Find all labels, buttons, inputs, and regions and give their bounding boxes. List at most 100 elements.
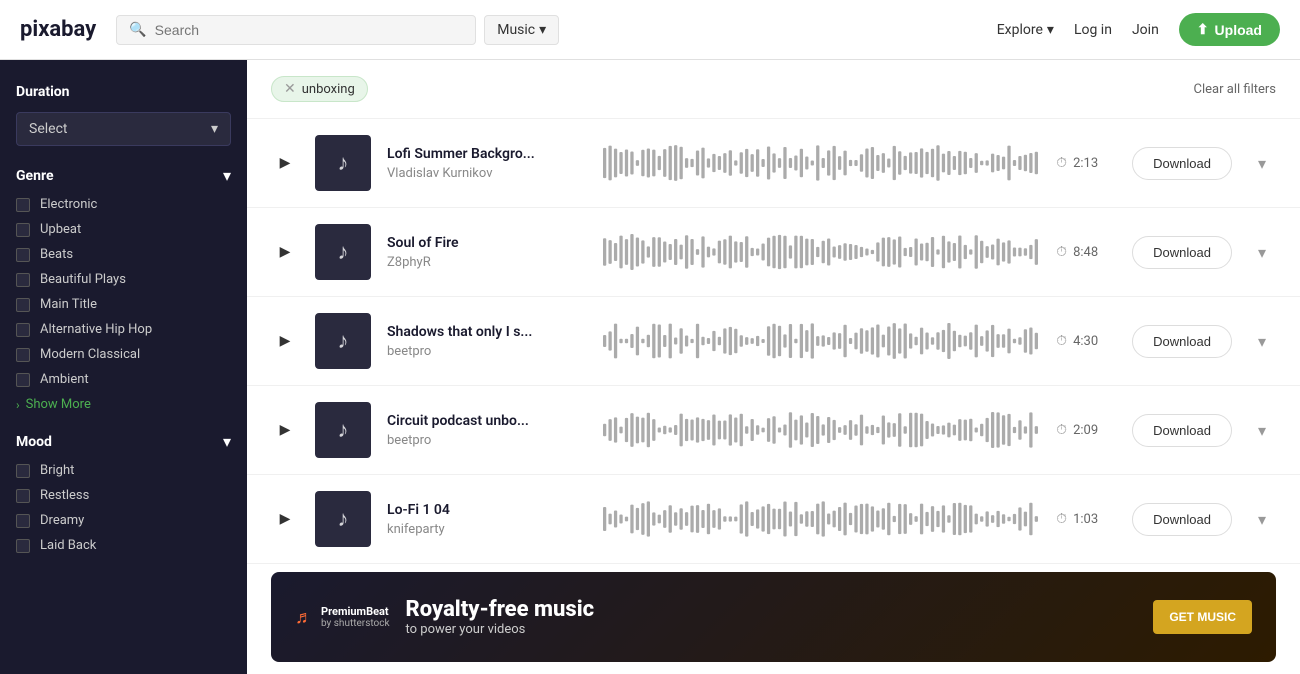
genre-checkbox-beautiful-plays[interactable] (16, 273, 30, 287)
mood-item-bright[interactable]: Bright (16, 463, 231, 478)
expand-track-1[interactable]: ▾ (1248, 149, 1276, 177)
genre-chevron-icon: ▾ (223, 166, 231, 185)
track-info-2: Soul of Fire Z8phyR (387, 235, 587, 270)
track-duration-3: ⏱ 4:30 (1056, 333, 1116, 349)
waveform-5[interactable] (603, 499, 1040, 539)
mood-label-restless: Restless (40, 488, 89, 503)
genre-label-upbeat: Upbeat (40, 222, 81, 237)
play-button-4[interactable]: ▶ (271, 416, 299, 444)
header: pixabay 🔍 Music ▾ Explore ▾ Log in Join … (0, 0, 1300, 60)
music-note-icon: ♪ (338, 150, 349, 176)
filter-tag-close[interactable]: ✕ (284, 81, 296, 97)
upload-button[interactable]: ⬆ Upload (1179, 13, 1280, 46)
waveform-2[interactable] (603, 232, 1040, 272)
genre-checkbox-upbeat[interactable] (16, 223, 30, 237)
track-row: ▶ ♪ Shadows that only I s... beetpro ⏱ 4… (247, 297, 1300, 386)
track-artist-5: knifeparty (387, 522, 587, 537)
filter-bar: ✕ unboxing Clear all filters (247, 60, 1300, 119)
genre-label-modern-classical: Modern Classical (40, 347, 140, 362)
play-button-3[interactable]: ▶ (271, 327, 299, 355)
login-link[interactable]: Log in (1074, 22, 1112, 38)
genre-section: Genre ▾ Electronic Upbeat Beats Beautifu… (16, 166, 231, 412)
genre-item-electronic[interactable]: Electronic (16, 197, 231, 212)
play-button-1[interactable]: ▶ (271, 149, 299, 177)
ad-text: Royalty-free music to power your videos (406, 597, 595, 637)
show-more-label: Show More (26, 397, 91, 412)
join-link[interactable]: Join (1132, 22, 1159, 38)
waveform-1[interactable] (603, 143, 1040, 183)
music-note-icon: ♪ (338, 417, 349, 443)
genre-item-beats[interactable]: Beats (16, 247, 231, 262)
download-button-1[interactable]: Download (1132, 147, 1232, 180)
track-thumbnail-1: ♪ (315, 135, 371, 191)
duration-value-4: 2:09 (1073, 423, 1098, 438)
track-title-1: Lofi Summer Backgro... (387, 146, 587, 162)
play-button-5[interactable]: ▶ (271, 505, 299, 533)
mood-checkbox-bright[interactable] (16, 464, 30, 478)
expand-track-5[interactable]: ▾ (1248, 505, 1276, 533)
expand-track-2[interactable]: ▾ (1248, 238, 1276, 266)
mood-section-header[interactable]: Mood ▾ (16, 432, 231, 451)
ad-logo-icon: ♬ (295, 607, 313, 628)
show-more-genres[interactable]: › Show More (16, 397, 231, 412)
music-type-dropdown[interactable]: Music ▾ (484, 15, 559, 45)
filter-tag-label: unboxing (302, 82, 355, 97)
explore-menu[interactable]: Explore ▾ (997, 22, 1054, 38)
duration-select-value: Select (29, 121, 67, 137)
track-info-3: Shadows that only I s... beetpro (387, 324, 587, 359)
genre-item-upbeat[interactable]: Upbeat (16, 222, 231, 237)
genre-label-alt-hiphop: Alternative Hip Hop (40, 322, 152, 337)
mood-item-laid-back[interactable]: Laid Back (16, 538, 231, 553)
track-row: ▶ ♪ Lofi Summer Backgro... Vladislav Kur… (247, 119, 1300, 208)
expand-track-3[interactable]: ▾ (1248, 327, 1276, 355)
expand-track-4[interactable]: ▾ (1248, 416, 1276, 444)
genre-label-electronic: Electronic (40, 197, 97, 212)
genre-item-beautiful-plays[interactable]: Beautiful Plays (16, 272, 231, 287)
genre-item-ambient[interactable]: Ambient (16, 372, 231, 387)
clear-all-filters[interactable]: Clear all filters (1194, 82, 1276, 97)
mood-checkbox-restless[interactable] (16, 489, 30, 503)
ad-cta-button[interactable]: GET MUSIC (1153, 600, 1252, 634)
clock-icon: ⏱ (1056, 244, 1067, 260)
mood-item-restless[interactable]: Restless (16, 488, 231, 503)
logo: pixabay (20, 17, 96, 42)
mood-label-laid-back: Laid Back (40, 538, 96, 553)
ad-headline: Royalty-free music (406, 597, 595, 622)
genre-item-main-title[interactable]: Main Title (16, 297, 231, 312)
ad-disclaimer: Pixabay users get 15% off at PremiumBeat… (247, 670, 1300, 674)
genre-checkbox-beats[interactable] (16, 248, 30, 262)
music-note-icon: ♪ (338, 506, 349, 532)
genre-item-modern-classical[interactable]: Modern Classical (16, 347, 231, 362)
download-button-2[interactable]: Download (1132, 236, 1232, 269)
header-nav: Explore ▾ Log in Join ⬆ Upload (997, 13, 1280, 46)
genre-item-alt-hiphop[interactable]: Alternative Hip Hop (16, 322, 231, 337)
ad-subline: to power your videos (406, 622, 595, 637)
genre-label-ambient: Ambient (40, 372, 89, 387)
mood-item-dreamy[interactable]: Dreamy (16, 513, 231, 528)
mood-checkbox-dreamy[interactable] (16, 514, 30, 528)
search-bar[interactable]: 🔍 (116, 15, 476, 45)
genre-checkbox-alt-hiphop[interactable] (16, 323, 30, 337)
search-icon: 🔍 (129, 22, 146, 38)
ad-logo-line2: by shutterstock (321, 618, 390, 629)
track-info-5: Lo-Fi 1 04 knifeparty (387, 502, 587, 537)
waveform-3[interactable] (603, 321, 1040, 361)
mood-label-dreamy: Dreamy (40, 513, 84, 528)
download-button-3[interactable]: Download (1132, 325, 1232, 358)
genre-checkbox-modern-classical[interactable] (16, 348, 30, 362)
track-row: ▶ ♪ Soul of Fire Z8phyR ⏱ 8:48 Download … (247, 208, 1300, 297)
mood-chevron-icon: ▾ (223, 432, 231, 451)
duration-value-1: 2:13 (1073, 156, 1098, 171)
download-button-4[interactable]: Download (1132, 414, 1232, 447)
duration-select[interactable]: Select ▾ (16, 112, 231, 146)
genre-section-header[interactable]: Genre ▾ (16, 166, 231, 185)
genre-checkbox-ambient[interactable] (16, 373, 30, 387)
genre-checkbox-electronic[interactable] (16, 198, 30, 212)
download-button-5[interactable]: Download (1132, 503, 1232, 536)
play-button-2[interactable]: ▶ (271, 238, 299, 266)
waveform-4[interactable] (603, 410, 1040, 450)
genre-checkbox-main-title[interactable] (16, 298, 30, 312)
mood-checkbox-laid-back[interactable] (16, 539, 30, 553)
track-thumbnail-4: ♪ (315, 402, 371, 458)
search-input[interactable] (155, 22, 464, 38)
